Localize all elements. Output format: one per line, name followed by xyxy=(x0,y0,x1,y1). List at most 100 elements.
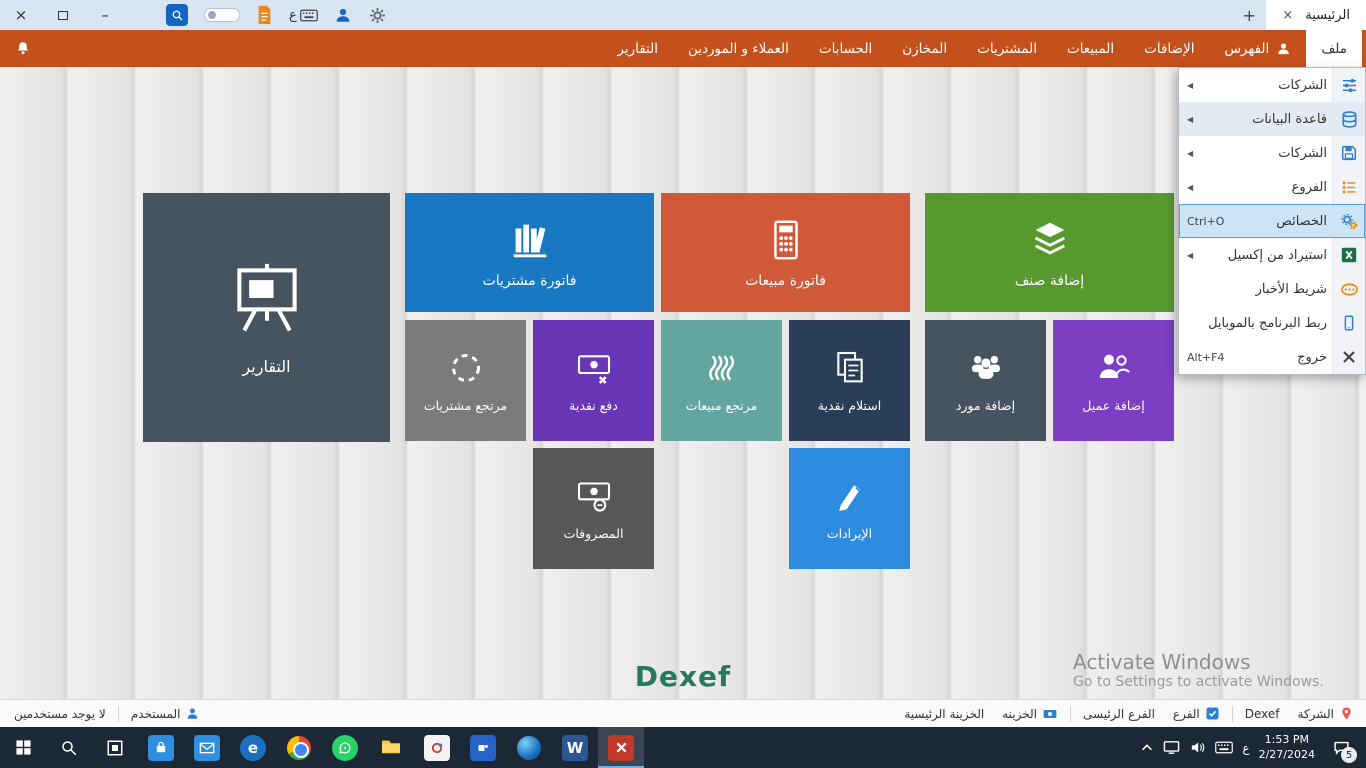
pen-tag-icon xyxy=(830,476,870,516)
taskbar-app-word[interactable]: W xyxy=(552,727,598,768)
list-icon xyxy=(1333,178,1365,196)
tile-add-item[interactable]: إضافة صنف xyxy=(925,193,1174,312)
chrome-icon xyxy=(287,736,311,760)
menubar-item-clients-suppliers[interactable]: العملاء و الموردين xyxy=(673,30,804,67)
close-window-button[interactable]: × xyxy=(0,0,42,30)
search-icon xyxy=(60,739,78,757)
language-indicator[interactable]: ع xyxy=(1242,741,1249,755)
branch-label: الفرع xyxy=(1173,707,1200,721)
menu-item-database[interactable]: قاعدة البيانات ◀ xyxy=(1179,102,1365,136)
taskbar-app-edge[interactable]: e xyxy=(230,727,276,768)
menu-item-news-ticker[interactable]: شريط الأخبار xyxy=(1179,272,1365,306)
tile-label: التقارير xyxy=(242,357,290,376)
menubar-item-accounts[interactable]: الحسابات xyxy=(804,30,887,67)
company-selector[interactable]: الشركة xyxy=(1292,706,1360,721)
volume-icon[interactable] xyxy=(1189,740,1206,755)
gear-icon[interactable] xyxy=(368,6,387,25)
checkbox-icon xyxy=(1205,706,1220,721)
document-icon[interactable] xyxy=(256,5,273,25)
application-window: × – ع + الرئيسية xyxy=(0,0,1366,768)
layers-icon xyxy=(1027,217,1073,263)
tile-purchase-invoice[interactable]: فاتورة مشتريات xyxy=(405,193,654,312)
taskbar-app-store[interactable] xyxy=(138,727,184,768)
taskbar-clock[interactable]: 1:53 PM 2/27/2024 xyxy=(1259,733,1315,763)
dexef-app-icon xyxy=(608,735,634,761)
menu-item-properties[interactable]: الخصائص Ctrl+O xyxy=(1179,204,1365,238)
tile-label: إضافة صنف xyxy=(1015,273,1084,289)
taskbar-app-whatsapp[interactable] xyxy=(322,727,368,768)
menubar-item-reports[interactable]: التقارير xyxy=(602,30,673,67)
notifications-bell-icon[interactable] xyxy=(8,34,38,64)
user-selector[interactable]: المستخدم xyxy=(125,706,207,721)
menu-item-label: شريط الأخبار xyxy=(1179,282,1333,297)
store-icon xyxy=(148,735,174,761)
menu-item-label: قاعدة البيانات xyxy=(1197,112,1333,127)
menu-item-label: الفروع xyxy=(1197,180,1333,195)
display-icon[interactable] xyxy=(1163,740,1180,755)
excel-icon xyxy=(1333,246,1365,264)
titlebar-toolbar: ع xyxy=(166,4,387,26)
user-icon[interactable] xyxy=(334,6,352,24)
company-label: الشركة xyxy=(1298,707,1334,721)
tile-sales-invoice[interactable]: فاتورة مبيعات xyxy=(661,193,910,312)
taskbar-search-button[interactable] xyxy=(46,727,92,768)
language-letter: ع xyxy=(289,8,297,23)
location-pin-icon xyxy=(1339,706,1354,721)
menubar-item-addons[interactable]: الإضافات xyxy=(1129,30,1209,67)
restore-window-button[interactable] xyxy=(42,0,84,30)
tile-revenues[interactable]: الإيرادات xyxy=(789,448,910,569)
treasury-selector[interactable]: الخزينه xyxy=(996,706,1064,722)
menu-item-link-mobile[interactable]: ربط البرنامج بالموبايل xyxy=(1179,306,1365,340)
activate-windows-watermark: Activate Windows Go to Settings to activ… xyxy=(1073,650,1324,690)
keyboard-language-button[interactable]: ع xyxy=(289,8,318,23)
tile-purchase-return[interactable]: مرتجع مشتريات xyxy=(405,320,526,441)
save-icon xyxy=(1333,144,1365,162)
task-view-button[interactable] xyxy=(92,727,138,768)
tile-add-customer[interactable]: إضافة عميل xyxy=(1053,320,1174,441)
no-users-label: لا يوجد مستخدمين xyxy=(8,707,112,721)
menubar-item-stores[interactable]: المخازن xyxy=(887,30,962,67)
taskbar-app-mail[interactable] xyxy=(184,727,230,768)
tab-close-icon[interactable]: × xyxy=(1282,8,1293,23)
action-center-button[interactable]: 5 xyxy=(1324,727,1358,768)
taskbar-app-dexef-tool[interactable] xyxy=(414,727,460,768)
tile-add-supplier[interactable]: إضافة مورد xyxy=(925,320,1046,441)
taskbar-app-file-explorer[interactable] xyxy=(368,727,414,768)
branch-selector[interactable]: الفرع xyxy=(1167,706,1226,721)
menu-item-branches[interactable]: الفروع ◀ xyxy=(1179,170,1365,204)
branch-main-label: الفرع الرئيسى xyxy=(1077,707,1161,721)
menubar-item-sales[interactable]: المبيعات xyxy=(1052,30,1129,67)
search-icon[interactable] xyxy=(166,4,188,26)
system-tray: ع 1:53 PM 2/27/2024 5 xyxy=(1132,727,1366,768)
menu-item-companies[interactable]: الشركات ◀ xyxy=(1179,68,1365,102)
submenu-arrow-icon: ◀ xyxy=(1179,115,1197,124)
start-button[interactable] xyxy=(0,727,46,768)
windows-logo-icon xyxy=(15,739,32,756)
folder-icon xyxy=(380,737,402,759)
taskbar-app-dexef-active[interactable] xyxy=(598,727,644,768)
new-tab-button[interactable]: + xyxy=(1232,6,1266,25)
taskbar-app-browser-sphere[interactable] xyxy=(506,727,552,768)
tab-home[interactable]: الرئيسية × xyxy=(1266,0,1366,30)
menu-item-exit[interactable]: خروج Alt+F4 xyxy=(1179,340,1365,374)
taskbar-app-chrome[interactable] xyxy=(276,727,322,768)
menubar-item-purchases[interactable]: المشتريات xyxy=(962,30,1052,67)
menubar-item-index[interactable]: الفهرس xyxy=(1209,30,1306,67)
mail-icon xyxy=(194,735,220,761)
touch-keyboard-icon[interactable] xyxy=(1215,741,1233,754)
minimize-window-button[interactable]: – xyxy=(84,0,126,30)
show-hidden-icons-button[interactable] xyxy=(1140,741,1154,755)
tile-sales-return[interactable]: مرتجع مبيعات xyxy=(661,320,782,441)
tile-cash-receipt[interactable]: استلام نقدية xyxy=(789,320,910,441)
toggle-switch[interactable] xyxy=(204,8,240,22)
tile-reports[interactable]: التقارير xyxy=(143,193,390,442)
taskbar-app-teams[interactable] xyxy=(460,727,506,768)
menu-item-companies-save[interactable]: الشركات ◀ xyxy=(1179,136,1365,170)
tile-cash-payment[interactable]: دفع نقدية xyxy=(533,320,654,441)
tile-label: مرتجع مبيعات xyxy=(686,398,758,413)
tile-expenses[interactable]: المصروفات xyxy=(533,448,654,569)
presentation-board-icon xyxy=(228,259,306,337)
menubar-item-file[interactable]: ملف xyxy=(1306,30,1362,67)
menu-item-import-excel[interactable]: استيراد من إكسيل ◀ xyxy=(1179,238,1365,272)
separator xyxy=(1070,706,1071,722)
